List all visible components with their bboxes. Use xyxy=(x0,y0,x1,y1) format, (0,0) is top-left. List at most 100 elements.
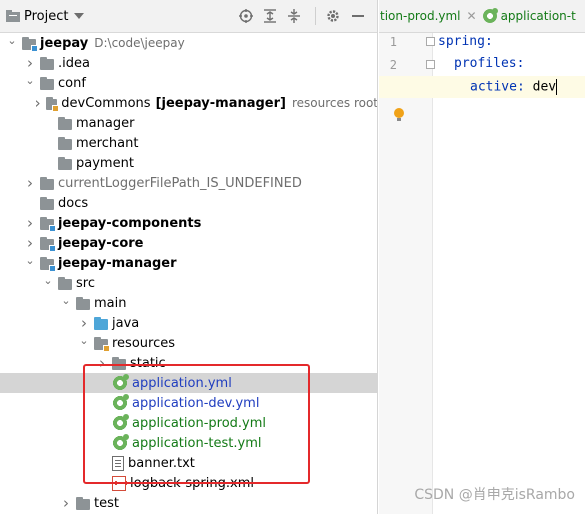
folder-icon xyxy=(40,177,54,190)
folder-icon xyxy=(58,117,72,130)
line-number: 1 xyxy=(389,35,397,49)
minimize-icon[interactable] xyxy=(352,15,364,17)
spring-yml-icon xyxy=(112,414,129,431)
tree-item-label: merchant xyxy=(76,135,139,151)
tree-item[interactable]: application-test.yml xyxy=(0,433,377,453)
tree-item[interactable]: › jeepay-components xyxy=(0,213,377,233)
tree-item-label: devCommons xyxy=(61,95,151,111)
tree-item[interactable]: docs xyxy=(0,193,377,213)
tree-item[interactable]: › static xyxy=(0,353,377,373)
resources-folder-icon xyxy=(94,337,110,352)
chevron-down-icon[interactable]: ⌄ xyxy=(78,330,90,350)
tree-item-hint: D:\code\jeepay xyxy=(94,36,185,50)
settings-icon[interactable] xyxy=(326,9,340,23)
tree-item[interactable]: › java xyxy=(0,313,377,333)
tree-item-label: application-dev.yml xyxy=(132,395,260,411)
tree-item[interactable]: › currentLoggerFilePath_IS_UNDEFINED xyxy=(0,173,377,193)
tree-item[interactable]: › jeepay-core xyxy=(0,233,377,253)
tree-item-label: application.yml xyxy=(132,375,232,391)
tree-item[interactable]: ⌄ conf xyxy=(0,70,377,93)
tree-item-label: docs xyxy=(58,195,89,211)
tree-item-label: banner.txt xyxy=(128,455,195,471)
spring-yml-icon xyxy=(112,434,129,451)
tree-item[interactable]: manager xyxy=(0,113,377,133)
editor-pane: tion-prod.yml ✕ application-t 1 2 3 spri… xyxy=(379,0,585,514)
tree-item[interactable]: › test xyxy=(0,493,377,513)
module-folder-icon xyxy=(40,257,56,272)
tree-item-label: application-test.yml xyxy=(132,435,262,451)
text-file-icon xyxy=(112,455,124,471)
tree-item-label: src xyxy=(76,275,95,291)
project-panel-header: Project xyxy=(0,0,377,33)
tree-item[interactable]: merchant xyxy=(0,133,377,153)
tree-item-label: payment xyxy=(76,155,134,171)
code-area[interactable]: spring: profiles: active: dev xyxy=(379,33,585,514)
tree-item-label: main xyxy=(94,295,127,311)
folder-icon xyxy=(58,137,72,150)
tab-application-prod[interactable]: tion-prod.yml xyxy=(380,0,461,32)
tree-item[interactable]: application-dev.yml xyxy=(0,393,377,413)
tree-item[interactable]: logback-spring.xml xyxy=(0,473,377,493)
expand-all-icon[interactable] xyxy=(263,9,277,23)
tree-item-label: application-prod.yml xyxy=(132,415,267,431)
folder-icon xyxy=(40,197,54,210)
code-line: spring: xyxy=(438,34,493,49)
xml-file-icon xyxy=(112,475,127,491)
tree-item[interactable]: › .idea xyxy=(0,53,377,73)
module-folder-icon xyxy=(22,37,38,52)
resources-badge-icon xyxy=(103,345,110,352)
spring-yml-icon xyxy=(112,394,129,411)
chevron-right-icon[interactable]: › xyxy=(96,353,108,373)
chevron-right-icon[interactable]: › xyxy=(24,213,36,233)
tree-item[interactable]: payment xyxy=(0,153,377,173)
folder-icon xyxy=(58,277,72,290)
tree-item[interactable]: ⌄ resources xyxy=(0,330,377,353)
project-panel: Project ⌄ jeepay D:\code\jeepay › .idea ⌄ conf… xyxy=(0,0,378,514)
tab-label: application-t xyxy=(500,9,576,23)
chevron-right-icon[interactable]: › xyxy=(60,493,72,513)
folder-icon xyxy=(40,77,54,90)
project-view-icon[interactable] xyxy=(6,10,20,22)
module-badge-icon xyxy=(49,225,56,232)
chevron-down-icon[interactable] xyxy=(74,13,85,19)
lightbulb-icon[interactable] xyxy=(394,108,404,122)
tree-item[interactable]: ⌄ main xyxy=(0,290,377,313)
chevron-down-icon[interactable]: ⌄ xyxy=(6,30,18,50)
chevron-down-icon[interactable]: ⌄ xyxy=(24,250,36,270)
tab-application-test[interactable]: application-t xyxy=(482,0,576,32)
module-badge-icon xyxy=(49,245,56,252)
chevron-right-icon[interactable]: › xyxy=(24,173,36,193)
chevron-right-icon[interactable]: › xyxy=(33,93,42,113)
tree-item-hint: resources root xyxy=(291,96,378,110)
chevron-down-icon[interactable]: ⌄ xyxy=(60,290,72,310)
project-title[interactable]: Project xyxy=(24,9,68,24)
tree-item-label: jeepay xyxy=(40,35,89,51)
target-icon[interactable] xyxy=(239,9,253,23)
tree-item[interactable]: ⌄ src xyxy=(0,270,377,293)
tree-item-label: conf xyxy=(58,75,86,91)
close-icon[interactable]: ✕ xyxy=(467,9,477,23)
tree-item[interactable]: ⌄ jeepay D:\code\jeepay xyxy=(0,30,377,53)
collapse-all-icon[interactable] xyxy=(287,9,301,23)
tree-item[interactable]: banner.txt xyxy=(0,453,377,473)
tree-item[interactable]: application-prod.yml xyxy=(0,413,377,433)
chevron-down-icon[interactable]: ⌄ xyxy=(24,70,36,90)
tree-item[interactable]: › devCommons [jeepay-manager] resources roo… xyxy=(0,93,378,113)
folder-icon xyxy=(76,497,90,510)
tree-item-label: .idea xyxy=(58,55,90,71)
tree-item[interactable]: ⌄ jeepay-manager xyxy=(0,250,377,273)
tab-label: tion-prod.yml xyxy=(380,9,461,23)
tree-item-label: test xyxy=(94,495,119,511)
module-label: [jeepay-manager] xyxy=(155,95,286,111)
tree-item[interactable]: application.yml xyxy=(0,373,377,393)
folder-icon xyxy=(112,357,126,370)
chevron-down-icon[interactable]: ⌄ xyxy=(42,270,54,290)
spring-yml-icon xyxy=(112,374,129,391)
folder-icon xyxy=(76,297,90,310)
source-folder-icon xyxy=(94,317,108,330)
